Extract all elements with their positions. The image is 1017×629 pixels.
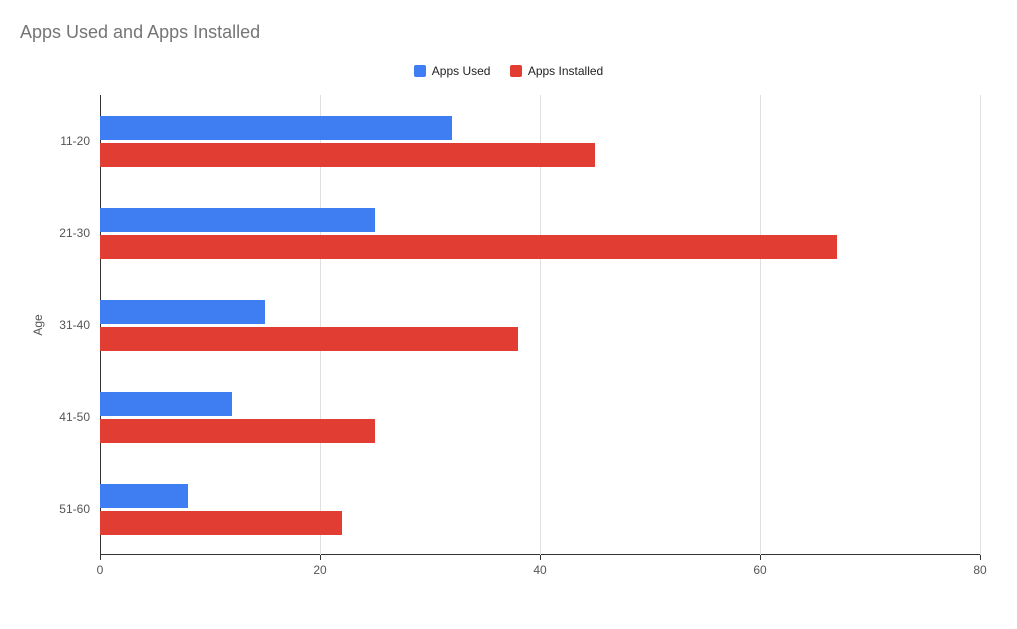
gridline — [980, 95, 981, 555]
x-tick — [540, 555, 541, 560]
plot-area: 02040608011-2021-3031-4041-5051-60 — [100, 95, 980, 555]
x-tick-label: 0 — [97, 563, 104, 577]
bar-apps-installed — [100, 327, 518, 351]
x-tick-label: 20 — [313, 563, 326, 577]
legend-label: Apps Installed — [528, 64, 603, 78]
legend-swatch — [510, 65, 522, 77]
x-tick-label: 40 — [533, 563, 546, 577]
legend-swatch — [414, 65, 426, 77]
legend-item-apps-used: Apps Used — [414, 64, 491, 78]
chart-title: Apps Used and Apps Installed — [20, 22, 260, 43]
bar-apps-used — [100, 116, 452, 140]
x-tick — [320, 555, 321, 560]
bar-apps-installed — [100, 419, 375, 443]
y-tick-label: 31-40 — [59, 318, 90, 332]
y-tick-label: 11-20 — [60, 134, 90, 148]
x-tick-label: 60 — [753, 563, 766, 577]
x-tick — [760, 555, 761, 560]
bar-apps-installed — [100, 511, 342, 535]
bar-apps-used — [100, 300, 265, 324]
y-tick-label: 41-50 — [59, 410, 90, 424]
bar-apps-installed — [100, 143, 595, 167]
legend-label: Apps Used — [432, 64, 491, 78]
y-tick-label: 21-30 — [59, 226, 90, 240]
x-tick — [980, 555, 981, 560]
gridline — [760, 95, 761, 555]
y-tick-label: 51-60 — [59, 502, 90, 516]
bar-apps-used — [100, 392, 232, 416]
bar-apps-installed — [100, 235, 837, 259]
y-axis-title: Age — [31, 314, 45, 335]
x-tick — [100, 555, 101, 560]
bar-apps-used — [100, 484, 188, 508]
x-tick-label: 80 — [973, 563, 986, 577]
bar-apps-used — [100, 208, 375, 232]
legend-item-apps-installed: Apps Installed — [510, 64, 603, 78]
legend: Apps Used Apps Installed — [0, 64, 1017, 80]
